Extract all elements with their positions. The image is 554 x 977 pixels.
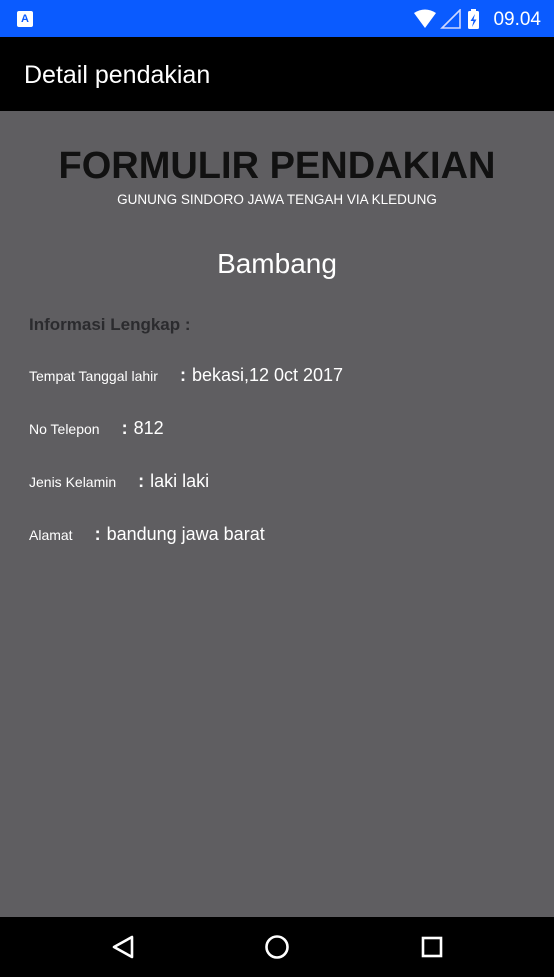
detail-content: FORMULIR PENDAKIAN GUNUNG SINDORO JAWA T…: [0, 111, 554, 917]
field-row-phone: No Telepon:812: [29, 418, 164, 442]
notification-icon-letter: A: [21, 13, 29, 25]
home-icon: [265, 935, 289, 959]
field-row-gender: Jenis Kelamin: laki laki: [29, 471, 209, 495]
field-label: Alamat: [29, 527, 73, 543]
notification-icon: A: [17, 11, 33, 27]
app-bar: Detail pendakian: [0, 37, 554, 111]
app-bar-title: Detail pendakian: [24, 61, 211, 89]
field-row-address: Alamat: bandung jawa barat: [29, 524, 265, 548]
screen: A 09.04 Detail pendakian FORMULIR PENDAK…: [0, 0, 554, 977]
status-icons: [414, 9, 494, 31]
field-separator: :: [179, 365, 186, 385]
field-value: 812: [133, 418, 164, 438]
field-label: Tempat Tanggal lahir: [29, 368, 158, 384]
field-value: laki laki: [150, 471, 210, 491]
form-subtitle: GUNUNG SINDORO JAWA TENGAH VIA KLEDUNG: [117, 192, 437, 207]
field-value: bekasi,12 0ct 2017: [191, 365, 344, 385]
signal-icon: [440, 9, 461, 29]
field-separator: :: [94, 524, 101, 544]
field-value: bandung jawa barat: [106, 524, 265, 544]
recents-icon: [421, 936, 443, 958]
home-button[interactable]: [262, 932, 292, 962]
field-label: No Telepon: [29, 421, 100, 437]
nav-bar: [0, 917, 554, 977]
field-separator: :: [138, 471, 145, 491]
info-heading: Informasi Lengkap :: [29, 315, 191, 334]
climber-name: Bambang: [217, 248, 337, 279]
status-time: 09.04: [493, 9, 541, 30]
field-row-birth: Tempat Tanggal lahir: bekasi,12 0ct 2017: [29, 365, 343, 389]
back-icon: [112, 935, 134, 959]
battery-charging-icon: [468, 9, 479, 29]
field-separator: :: [121, 418, 128, 438]
field-label: Jenis Kelamin: [29, 474, 117, 490]
back-button[interactable]: [108, 932, 138, 962]
recents-button[interactable]: [417, 932, 447, 962]
wifi-icon: [414, 9, 436, 28]
status-bar: A 09.04: [0, 0, 554, 37]
form-title: FORMULIR PENDAKIAN: [58, 145, 496, 187]
